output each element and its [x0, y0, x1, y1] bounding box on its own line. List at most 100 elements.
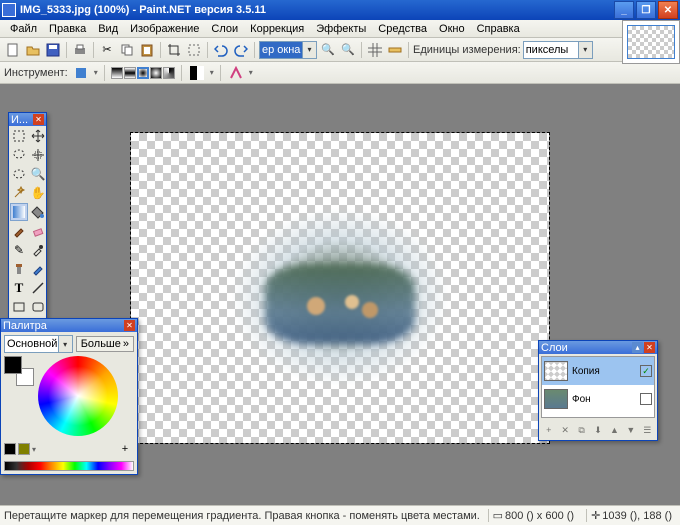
- toolbar-divider: [66, 42, 67, 58]
- menu-file[interactable]: Файл: [4, 22, 43, 36]
- tool-label: Инструмент:: [4, 67, 68, 79]
- colors-panel-close[interactable]: ✕: [124, 320, 135, 331]
- undo-button[interactable]: [212, 41, 230, 59]
- menu-effects[interactable]: Эффекты: [310, 22, 372, 36]
- tool-line[interactable]: [29, 279, 47, 297]
- tool-rect[interactable]: [10, 298, 28, 316]
- layer-properties-button[interactable]: ☰: [640, 422, 655, 438]
- menu-bar: Файл Правка Вид Изображение Слои Коррекц…: [0, 20, 680, 38]
- layer-row[interactable]: Фон: [542, 385, 654, 413]
- tool-lasso[interactable]: [10, 146, 28, 164]
- layer-merge-button[interactable]: ⬇: [590, 422, 605, 438]
- layers-panel-titlebar[interactable]: Слои ▴ ✕: [539, 341, 657, 354]
- maximize-button[interactable]: ❐: [636, 1, 656, 19]
- current-tool-icon[interactable]: [72, 64, 90, 82]
- gradient-diamond-icon[interactable]: [137, 67, 149, 79]
- colors-more-button[interactable]: Больше»: [76, 336, 134, 352]
- layer-delete-button[interactable]: ✕: [557, 422, 572, 438]
- tool-ellipse-select[interactable]: [10, 165, 28, 183]
- zoom-combo[interactable]: ер окна▾: [259, 41, 317, 59]
- tool-pan[interactable]: ✋: [29, 184, 47, 202]
- units-combo[interactable]: пикселы▾: [523, 41, 593, 59]
- layer-add-button[interactable]: +: [541, 422, 556, 438]
- colors-panel-titlebar[interactable]: Палитра ✕: [1, 319, 137, 332]
- menu-help[interactable]: Справка: [471, 22, 526, 36]
- copy-button[interactable]: [118, 41, 136, 59]
- menu-layers[interactable]: Слои: [205, 22, 244, 36]
- chevron-down-icon: ▾: [302, 42, 316, 58]
- redo-button[interactable]: [232, 41, 250, 59]
- tool-move[interactable]: [29, 127, 47, 145]
- dimensions-value: 800 () x 600 (): [505, 510, 574, 522]
- tool-eraser[interactable]: [29, 222, 47, 240]
- tool-recolor[interactable]: [29, 260, 47, 278]
- gradient-conical-icon[interactable]: [163, 67, 175, 79]
- tool-gradient[interactable]: [10, 203, 28, 221]
- chevron-down-icon: ▾: [58, 336, 72, 352]
- swatch-black[interactable]: [4, 443, 16, 455]
- menu-adjust[interactable]: Коррекция: [244, 22, 310, 36]
- layer-row[interactable]: Копия ✓: [542, 357, 654, 385]
- open-button[interactable]: [24, 41, 42, 59]
- cut-button[interactable]: ✂: [98, 41, 116, 59]
- menu-tools[interactable]: Средства: [372, 22, 433, 36]
- color-palette-strip[interactable]: [4, 461, 134, 471]
- image-content-figures: [280, 290, 400, 330]
- layer-duplicate-button[interactable]: ⧉: [574, 422, 589, 438]
- primary-color-swatches[interactable]: [4, 356, 34, 386]
- toolbar-divider: [181, 65, 182, 81]
- tool-colorpicker[interactable]: [29, 241, 47, 259]
- image-thumbnail[interactable]: [627, 25, 675, 59]
- minimize-button[interactable]: _: [614, 1, 634, 19]
- tool-clone[interactable]: [10, 260, 28, 278]
- add-color-button[interactable]: +: [116, 440, 134, 458]
- layers-panel-rollup[interactable]: ▴: [632, 342, 643, 353]
- crop-button[interactable]: [165, 41, 183, 59]
- gradient-radial-icon[interactable]: [150, 67, 162, 79]
- coordinates-value: 1039 (), 188 (): [602, 510, 672, 522]
- layer-down-button[interactable]: ▼: [623, 422, 638, 438]
- tool-brush[interactable]: [10, 222, 28, 240]
- tool-rect-select[interactable]: [10, 127, 28, 145]
- tool-zoom[interactable]: 🔍: [29, 165, 47, 183]
- save-button[interactable]: [44, 41, 62, 59]
- new-button[interactable]: [4, 41, 22, 59]
- grid-button[interactable]: [366, 41, 384, 59]
- deselect-button[interactable]: [185, 41, 203, 59]
- gradient-linear-reflect-icon[interactable]: [124, 67, 136, 79]
- menu-view[interactable]: Вид: [92, 22, 124, 36]
- status-dimensions: ▭ 800 () x 600 (): [488, 509, 579, 522]
- layer-up-button[interactable]: ▲: [607, 422, 622, 438]
- layer-list: Копия ✓ Фон: [541, 356, 655, 418]
- color-mode-combo[interactable]: Основной▾: [4, 335, 73, 353]
- tools-panel-titlebar[interactable]: И... ✕: [9, 113, 46, 126]
- tool-magic-wand[interactable]: [10, 184, 28, 202]
- zoom-out-button[interactable]: 🔍: [339, 41, 357, 59]
- menu-image[interactable]: Изображение: [124, 22, 205, 36]
- close-button[interactable]: ✕: [658, 1, 678, 19]
- layer-visibility-checkbox[interactable]: ✓: [640, 365, 652, 377]
- alpha-mode-button[interactable]: [227, 64, 245, 82]
- paste-button[interactable]: [138, 41, 156, 59]
- tool-fill[interactable]: [29, 203, 47, 221]
- gradient-linear-icon[interactable]: [111, 67, 123, 79]
- ruler-button[interactable]: [386, 41, 404, 59]
- zoom-in-button[interactable]: 🔍: [319, 41, 337, 59]
- layers-panel-close[interactable]: ✕: [644, 342, 655, 353]
- tool-pencil[interactable]: ✎: [10, 241, 28, 259]
- print-button[interactable]: [71, 41, 89, 59]
- foreground-swatch[interactable]: [4, 356, 22, 374]
- layer-visibility-checkbox[interactable]: [640, 393, 652, 405]
- menu-window[interactable]: Окно: [433, 22, 471, 36]
- tools-panel-close[interactable]: ✕: [33, 114, 44, 125]
- menu-edit[interactable]: Правка: [43, 22, 92, 36]
- tool-text[interactable]: T: [10, 279, 28, 297]
- gradient-type-swatches[interactable]: [111, 67, 175, 79]
- color-wheel[interactable]: [38, 356, 118, 436]
- color-mode-button[interactable]: [188, 64, 206, 82]
- zoom-value: ер окна: [262, 44, 300, 56]
- tool-move-selection[interactable]: [29, 146, 47, 164]
- tool-roundrect[interactable]: [29, 298, 47, 316]
- swatch-olive[interactable]: [18, 443, 30, 455]
- canvas[interactable]: [130, 132, 550, 444]
